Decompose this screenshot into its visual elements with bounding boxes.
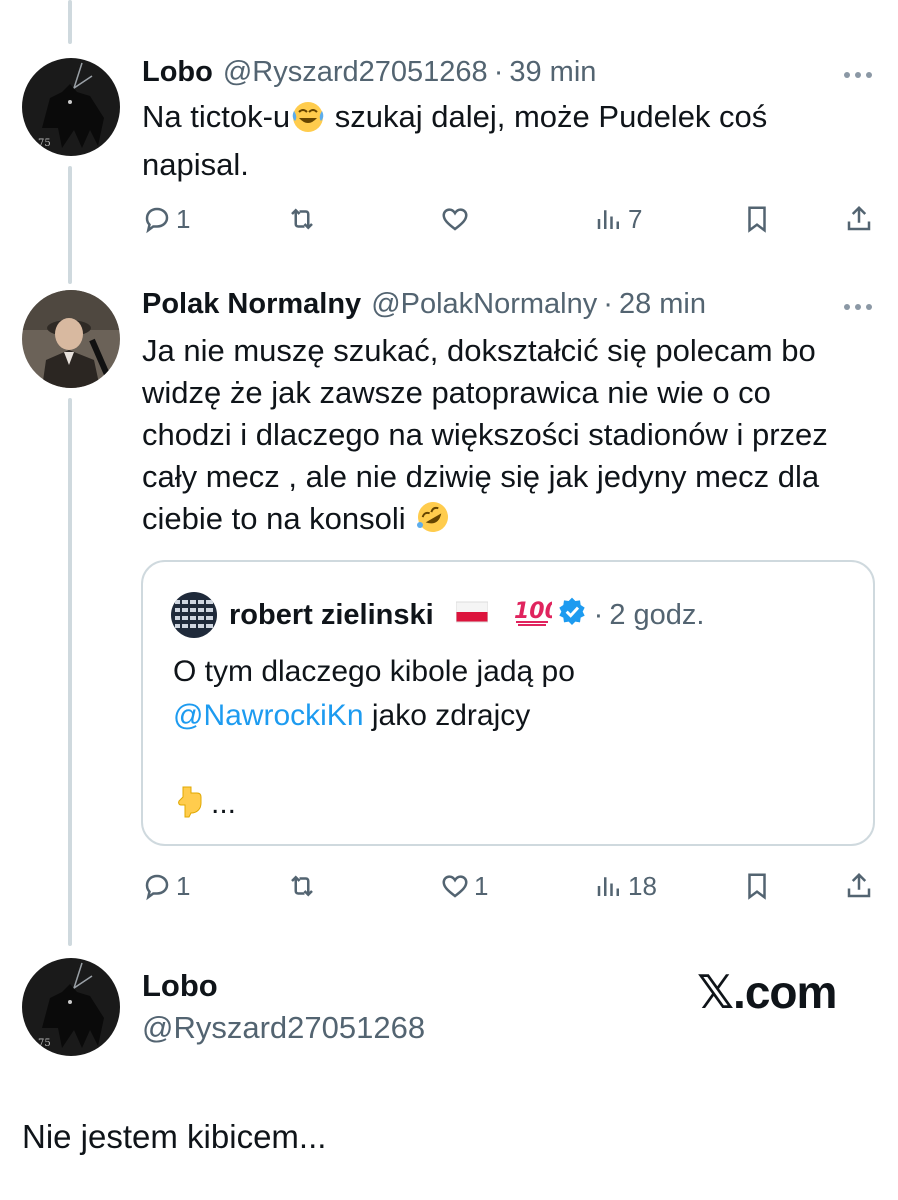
like-button[interactable]: 1 <box>440 866 488 906</box>
retweet-icon <box>291 875 313 897</box>
tweet-text: Nie jestem kibicem... <box>22 1118 327 1155</box>
action-bar: 1 1 18 <box>142 866 877 906</box>
reply-button[interactable]: 1 <box>142 199 190 239</box>
man-in-flat-cap-avatar-icon <box>22 290 120 388</box>
views-count: 18 <box>628 870 657 901</box>
views-button[interactable]: 18 <box>594 866 657 906</box>
like-button[interactable] <box>440 199 474 239</box>
stadium-avatar-icon <box>171 592 217 638</box>
action-bar: 1 7 <box>142 199 877 239</box>
timestamp[interactable]: 39 min <box>509 56 596 89</box>
tweet-text: Na tictok-u szukaj dalej, może Pudelek c… <box>142 96 862 186</box>
retweet-button[interactable] <box>287 199 321 239</box>
hundred-points-icon: 100 <box>512 594 560 636</box>
quoted-tweet-header: robert zielinski 100 · 2 godz. <box>171 592 704 638</box>
share-icon <box>847 205 871 231</box>
retweet-button[interactable] <box>287 866 321 906</box>
reply-count: 1 <box>176 870 191 901</box>
separator-dot: · <box>603 288 613 320</box>
face-with-tears-of-joy-icon <box>290 99 326 144</box>
quoted-ellipsis: ... <box>211 787 237 820</box>
avatar[interactable]: 75 <box>22 58 120 156</box>
retweet-icon <box>291 208 313 230</box>
quoted-text-line-1: O tym dlaczego kibole jadą po <box>173 655 575 688</box>
avatar[interactable]: 75 <box>22 958 120 1056</box>
bookmark-button[interactable] <box>742 866 772 906</box>
timestamp[interactable]: 28 min <box>619 288 706 321</box>
author-name[interactable]: Polak Normalny <box>142 288 361 321</box>
author-handle[interactable]: @Ryszard27051268 <box>223 56 488 89</box>
quoted-author-name[interactable]: robert zielinski <box>229 599 434 632</box>
quoted-timestamp[interactable]: 2 godz. <box>609 599 704 632</box>
wolf-avatar-icon: 75 <box>22 958 120 1056</box>
bookmark-icon <box>748 873 766 900</box>
quoted-tweet-text: O tym dlaczego kibole jadą po @NawrockiK… <box>173 650 853 832</box>
tweet-text: Ja nie muszę szukać, dokształcić się pol… <box>142 330 862 546</box>
like-count: 1 <box>474 870 489 901</box>
author-handle[interactable]: @PolakNormalny <box>371 288 597 321</box>
separator-dot: · <box>493 56 504 88</box>
share-icon <box>847 872 871 898</box>
rolling-on-the-floor-laughing-icon <box>414 499 452 546</box>
tweet-text-body: Ja nie muszę szukać, dokształcić się pol… <box>142 333 828 536</box>
more-options-icon[interactable] <box>844 304 872 310</box>
share-button[interactable] <box>844 866 874 906</box>
thread-line-2 <box>68 398 72 946</box>
quoted-tweet[interactable]: robert zielinski 100 · 2 godz. O tym dla… <box>141 560 875 846</box>
heart-icon <box>442 208 468 231</box>
mention-link[interactable]: @NawrockiKn <box>173 699 364 732</box>
views-count: 7 <box>628 203 643 234</box>
heart-icon <box>442 875 468 898</box>
reply-count: 1 <box>176 203 191 234</box>
reply-icon <box>145 874 169 901</box>
author-name[interactable]: Lobo <box>142 968 218 1004</box>
verified-badge-icon <box>556 595 588 635</box>
bookmark-button[interactable] <box>742 199 772 239</box>
author-name[interactable]: Lobo <box>142 56 213 89</box>
reply-button[interactable]: 1 <box>142 866 190 906</box>
tweet-header: Lobo @Ryszard27051268 · 39 min <box>142 56 596 89</box>
share-button[interactable] <box>844 199 874 239</box>
views-button[interactable]: 7 <box>594 199 642 239</box>
separator-dot: · <box>593 598 604 631</box>
quoted-text-line-2: jako zdrajcy <box>363 699 531 732</box>
polish-flag-icon <box>455 599 489 632</box>
svg-text:100: 100 <box>514 599 552 624</box>
author-handle[interactable]: @Ryszard27051268 <box>142 1010 425 1046</box>
thread-line-top <box>68 0 72 44</box>
svg-text:75: 75 <box>38 138 51 149</box>
wolf-avatar-icon: 75 <box>22 58 120 156</box>
avatar[interactable] <box>22 290 120 388</box>
more-options-icon[interactable] <box>844 72 872 78</box>
thread-line-1 <box>68 166 72 284</box>
reply-icon <box>145 207 169 234</box>
tweet-header: Polak Normalny @PolakNormalny · 28 min <box>142 288 706 321</box>
bookmark-icon <box>748 206 766 233</box>
tweet-text-part-1: Na tictok-u <box>142 99 291 134</box>
pointing-down-hand-icon <box>173 783 205 832</box>
svg-text:75: 75 <box>38 1038 51 1049</box>
x-com-watermark: 𝕏.com <box>697 966 837 1018</box>
quoted-avatar[interactable] <box>171 592 217 638</box>
views-chart-icon <box>597 877 619 896</box>
views-chart-icon <box>597 210 619 229</box>
